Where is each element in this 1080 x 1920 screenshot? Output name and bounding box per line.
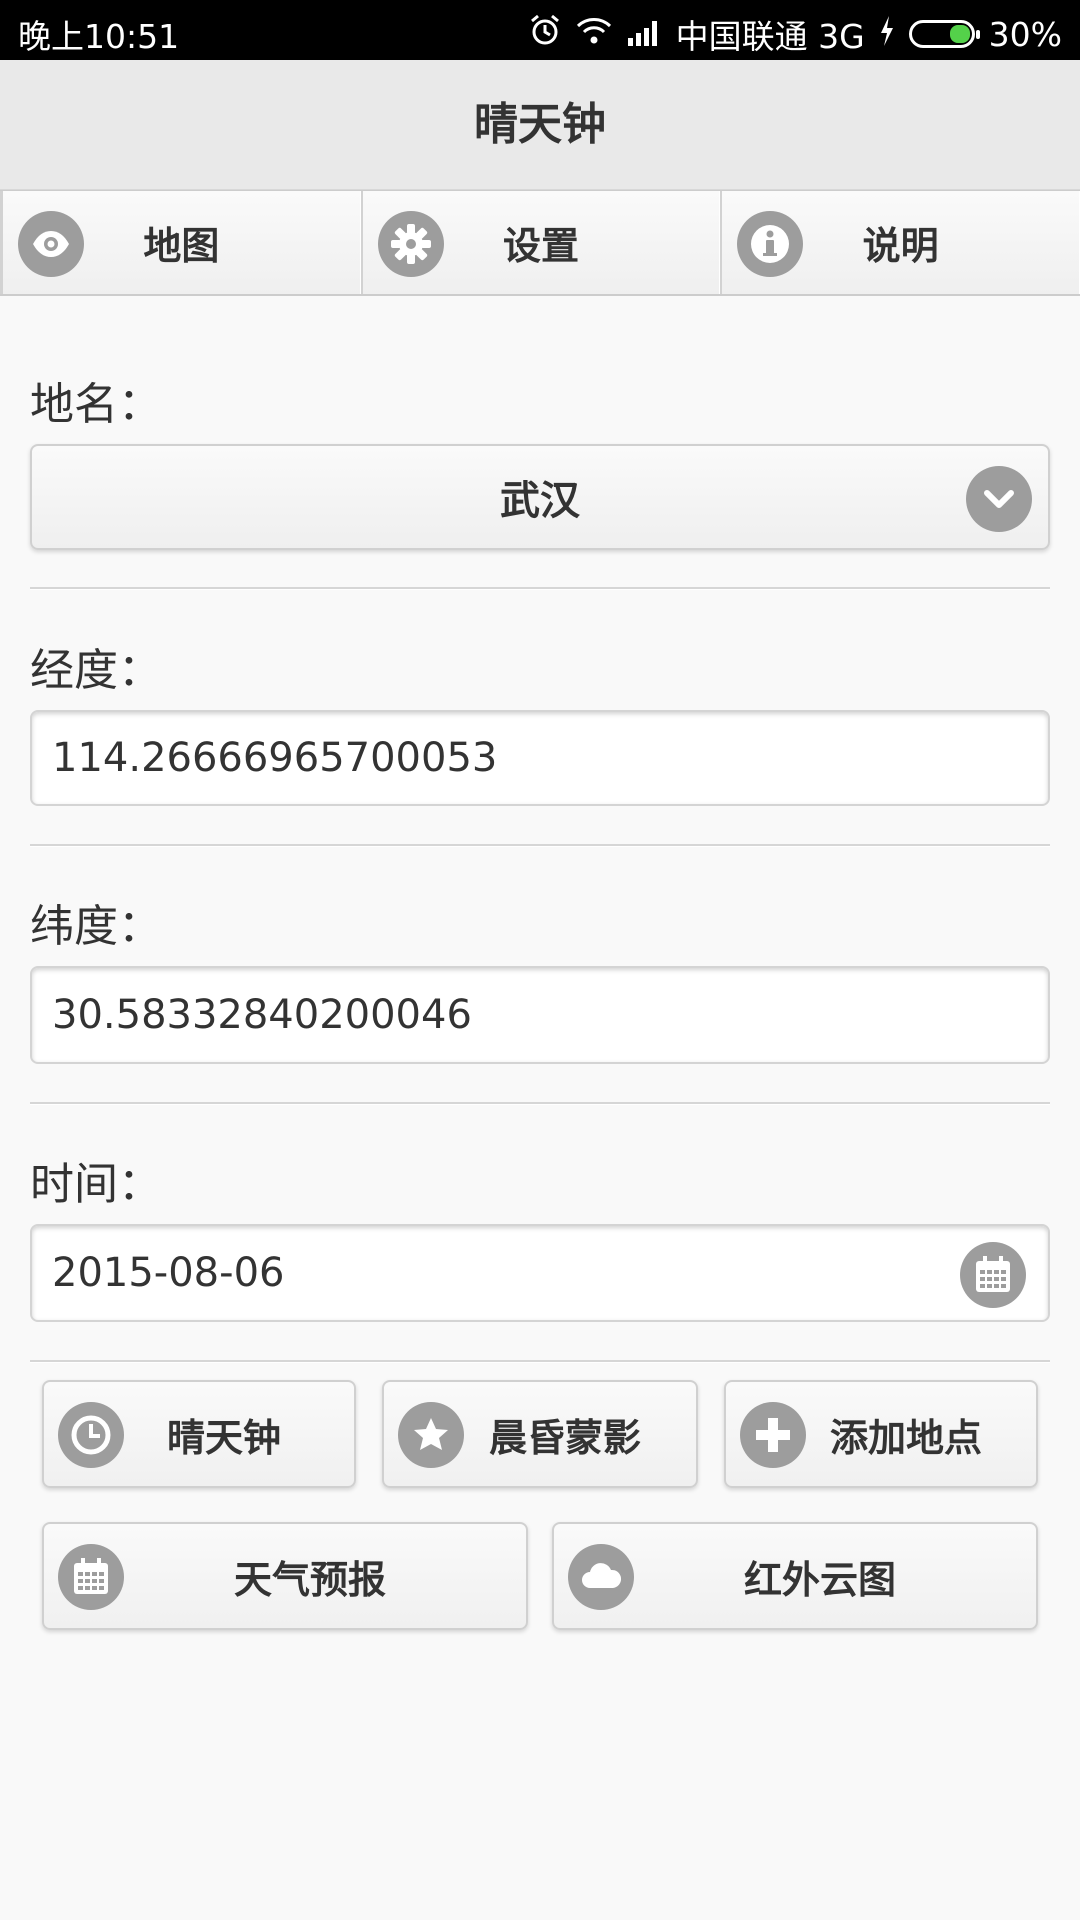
tab-info-label: 说明 [862, 224, 939, 268]
clock-icon [58, 1402, 124, 1468]
date-input[interactable]: 2015-08-06 [30, 1224, 1050, 1322]
add-location-button[interactable]: 添加地点 [724, 1380, 1038, 1488]
status-bar: 晚上10:51 中国联通 3G 30% [0, 0, 1080, 60]
info-icon [737, 211, 804, 277]
tab-settings-label: 设置 [503, 224, 580, 268]
tab-settings[interactable]: 设置 [360, 191, 721, 294]
divider [30, 587, 1050, 590]
infrared-cloud-label: 红外云图 [743, 1557, 896, 1602]
longitude-value: 114.26666965700053 [52, 735, 498, 781]
date-value: 2015-08-06 [52, 1250, 285, 1296]
calendar-icon[interactable] [960, 1242, 1026, 1308]
plus-icon [740, 1402, 806, 1468]
chevron-down-icon [966, 466, 1032, 532]
qingtianzhong-label: 晴天钟 [166, 1415, 281, 1460]
calendar-icon [58, 1544, 124, 1610]
tab-map-label: 地图 [143, 224, 220, 268]
tab-info[interactable]: 说明 [720, 191, 1080, 294]
status-time: 晚上10:51 [18, 17, 180, 56]
longitude-input[interactable]: 114.26666965700053 [30, 710, 1050, 806]
eye-icon [18, 211, 84, 277]
star-icon [398, 1402, 464, 1468]
wifi-icon [576, 15, 612, 54]
latitude-value: 30.58332840200046 [52, 992, 472, 1038]
alarm-icon [528, 13, 562, 55]
twilight-label: 晨昏蒙影 [488, 1415, 641, 1460]
charging-icon [879, 15, 895, 54]
weather-forecast-button[interactable]: 天气预报 [42, 1522, 528, 1630]
place-label: 地名： [30, 379, 162, 430]
latitude-label: 纬度： [30, 901, 162, 952]
twilight-button[interactable]: 晨昏蒙影 [382, 1380, 698, 1488]
battery-percent: 30% [988, 14, 1062, 54]
divider [30, 1360, 1050, 1363]
gear-icon [377, 211, 444, 277]
navbar: 地图 设置 说明 [0, 190, 1080, 296]
weather-forecast-label: 天气预报 [233, 1557, 386, 1602]
infrared-cloud-button[interactable]: 红外云图 [552, 1522, 1038, 1630]
battery-icon [908, 20, 980, 48]
place-value: 武汉 [500, 478, 580, 524]
divider [30, 1102, 1050, 1105]
cloud-icon [568, 1544, 634, 1610]
qingtianzhong-button[interactable]: 晴天钟 [42, 1380, 356, 1488]
divider [30, 844, 1050, 847]
time-label: 时间： [30, 1159, 162, 1210]
carrier-label: 中国联通 3G [675, 17, 865, 56]
page-title: 晴天钟 [474, 99, 606, 150]
place-select[interactable]: 武汉 [30, 444, 1050, 550]
add-location-label: 添加地点 [829, 1415, 982, 1460]
longitude-label: 经度： [30, 645, 162, 696]
latitude-input[interactable]: 30.58332840200046 [30, 966, 1050, 1064]
app-header: 晴天钟 [0, 60, 1080, 190]
signal-icon [626, 15, 662, 54]
tab-map[interactable]: 地图 [0, 191, 361, 294]
status-right: 中国联通 3G 30% [528, 10, 1062, 58]
